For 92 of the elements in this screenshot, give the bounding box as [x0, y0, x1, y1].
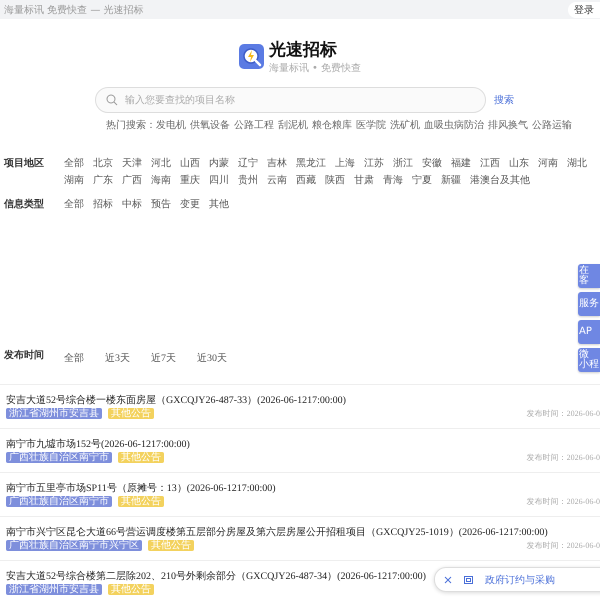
- filter-option[interactable]: 全部: [64, 353, 84, 364]
- filter-option[interactable]: 北京: [93, 156, 113, 170]
- filter-option[interactable]: 黑龙江: [296, 156, 326, 170]
- filter-option[interactable]: 江西: [480, 156, 500, 170]
- filter-option[interactable]: 四川: [209, 173, 229, 187]
- filter-option[interactable]: 近3天: [105, 353, 130, 364]
- filter-label: 项目地区: [4, 156, 45, 171]
- logo-icon: [238, 44, 264, 69]
- search-icon: [106, 94, 118, 106]
- result-item[interactable]: 南宁市兴宁区昆仑大道66号营运调度楼第五层部分房屋及第六层房屋公开招租项目（GXCQJY25-1019）(2026-06-1217:00:00) 广西壮族自治区南宁市兴宁区 其他公告 发布时间：2026-06-0: [0, 517, 600, 561]
- filter-option[interactable]: 变更: [180, 197, 200, 211]
- filter-option[interactable]: 陕西: [325, 173, 345, 187]
- procurement-link[interactable]: 政府订约与采购: [485, 572, 555, 586]
- page-title: 海量标讯 免费快查 — 光速招标: [4, 4, 144, 16]
- filter-option[interactable]: 广东: [93, 173, 113, 187]
- type-tag: 其他公告: [118, 452, 164, 463]
- filter-option[interactable]: 贵州: [238, 173, 258, 187]
- filter-option[interactable]: 中标: [122, 197, 142, 211]
- filter-option[interactable]: 全部: [64, 156, 84, 170]
- publish-date: 发布时间：2026-06-0: [526, 540, 600, 551]
- result-title[interactable]: 南宁市兴宁区昆仑大道66号营运调度楼第五层部分房屋及第六层房屋公开招租项目（GXCQJY25-1019）(2026-06-1217:00:00): [6, 526, 600, 539]
- filter-option[interactable]: 山东: [509, 156, 529, 170]
- type-tag: 其他公告: [108, 408, 154, 419]
- filter-option[interactable]: 浙江: [393, 156, 413, 170]
- publish-date: 发布时间：2026-06-0: [526, 408, 600, 419]
- type-tag: 其他公告: [148, 540, 194, 551]
- region-tag: 广西壮族自治区南宁市: [6, 452, 112, 463]
- search-field[interactable]: 输入您要查找的项目名称: [95, 87, 486, 113]
- hot-search-link[interactable]: 医学院: [356, 118, 386, 132]
- publish-date: 发布时间：2026-06-0: [526, 452, 600, 463]
- filter-option[interactable]: 福建: [451, 156, 471, 170]
- filter-option[interactable]: 其他: [209, 197, 229, 211]
- filter-option[interactable]: 广西: [122, 173, 142, 187]
- filter-option[interactable]: 吉林: [267, 156, 287, 170]
- filter-option[interactable]: 招标: [93, 197, 113, 211]
- hot-search-link[interactable]: 发电机: [156, 118, 186, 132]
- filter-option[interactable]: 河北: [151, 156, 171, 170]
- hot-search-link[interactable]: 血吸虫病防治: [424, 118, 484, 132]
- filter-option[interactable]: 天津: [122, 156, 142, 170]
- filter-option[interactable]: 内蒙: [209, 156, 229, 170]
- result-item[interactable]: 南宁市五里亭市场SP11号（原摊号：13）(2026-06-1217:00:00) 广西壮族自治区南宁市 其他公告 发布时间：2026-06-0: [0, 473, 600, 517]
- hot-search-link[interactable]: 洗矿机: [390, 118, 420, 132]
- filter-option[interactable]: 云南: [267, 173, 287, 187]
- filter-option[interactable]: 甘肃: [354, 173, 374, 187]
- filter-option[interactable]: 上海: [335, 156, 355, 170]
- type-tag: 其他公告: [118, 496, 164, 507]
- filter-option[interactable]: 江苏: [364, 156, 384, 170]
- publish-date: 发布时间：2026-06-0: [526, 496, 600, 507]
- filter-option[interactable]: 新疆: [441, 173, 461, 187]
- result-item[interactable]: 南宁市九墟市场152号(2026-06-1217:00:00) 广西壮族自治区南宁市 其他公告 发布时间：2026-06-0: [0, 429, 600, 473]
- hot-search-link[interactable]: 排风换气: [488, 118, 528, 132]
- slogan: 海量标讯 • 免费快查: [268, 62, 362, 75]
- region-tag: 浙江省湖州市安吉县: [6, 584, 102, 595]
- filter-option[interactable]: 港澳台及其他: [470, 173, 530, 187]
- document-icon: [464, 576, 473, 584]
- region-tag: 广西壮族自治区南宁市兴宁区: [6, 540, 142, 551]
- filter-option[interactable]: 西藏: [296, 173, 316, 187]
- hot-search-link[interactable]: 粮仓粮库: [312, 118, 352, 132]
- filter-option[interactable]: 预告: [151, 197, 171, 211]
- hot-search-link[interactable]: 供氧设备: [190, 118, 230, 132]
- result-title[interactable]: 南宁市九墟市场152号(2026-06-1217:00:00): [6, 438, 600, 451]
- filter-option[interactable]: 安徽: [422, 156, 442, 170]
- filter-option[interactable]: 青海: [383, 173, 403, 187]
- result-title[interactable]: 安吉大道52号综合楼一楼东面房屋（GXCQJY26-487-33）(2026-06-1217:00:00): [6, 394, 600, 407]
- type-tag: 其他公告: [108, 584, 154, 595]
- result-title[interactable]: 南宁市五里亭市场SP11号（原摊号：13）(2026-06-1217:00:00): [6, 482, 600, 495]
- login-button[interactable]: 登录: [568, 2, 600, 18]
- filter-option[interactable]: 山西: [180, 156, 200, 170]
- filter-label: 发布时间: [4, 348, 45, 363]
- hot-search-label: 热门搜索：: [106, 118, 156, 132]
- filter-option[interactable]: 辽宁: [238, 156, 258, 170]
- search-input[interactable]: 输入您要查找的项目名称: [123, 94, 485, 106]
- filter-label: 信息类型: [4, 198, 45, 211]
- filter-option[interactable]: 全部: [64, 197, 84, 211]
- region-tag: 广西壮族自治区南宁市: [6, 496, 112, 507]
- hot-search-link[interactable]: 刮泥机: [278, 118, 308, 132]
- region-tag: 浙江省湖州市安吉县: [6, 408, 102, 419]
- hot-search-link[interactable]: 公路运输: [532, 118, 572, 132]
- hot-search-link[interactable]: 公路工程: [234, 118, 274, 132]
- filter-option[interactable]: 近7天: [151, 353, 176, 364]
- close-button[interactable]: [444, 576, 452, 584]
- search-button[interactable]: 搜索: [494, 93, 514, 107]
- close-icon: [444, 576, 452, 584]
- filter-option[interactable]: 湖北: [567, 156, 587, 170]
- filter-option[interactable]: 重庆: [180, 173, 200, 187]
- result-item[interactable]: 安吉大道52号综合楼一楼东面房屋（GXCQJY26-487-33）(2026-06-1217:00:00) 浙江省湖州市安吉县 其他公告 发布时间：2026-06-0: [0, 385, 600, 429]
- filter-option[interactable]: 近30天: [197, 353, 227, 364]
- filter-option[interactable]: 海南: [151, 173, 171, 187]
- brand-name: 光速招标: [268, 39, 338, 61]
- filter-option[interactable]: 宁夏: [412, 173, 432, 187]
- filter-option[interactable]: 湖南: [64, 173, 84, 187]
- filter-option[interactable]: 河南: [538, 156, 558, 170]
